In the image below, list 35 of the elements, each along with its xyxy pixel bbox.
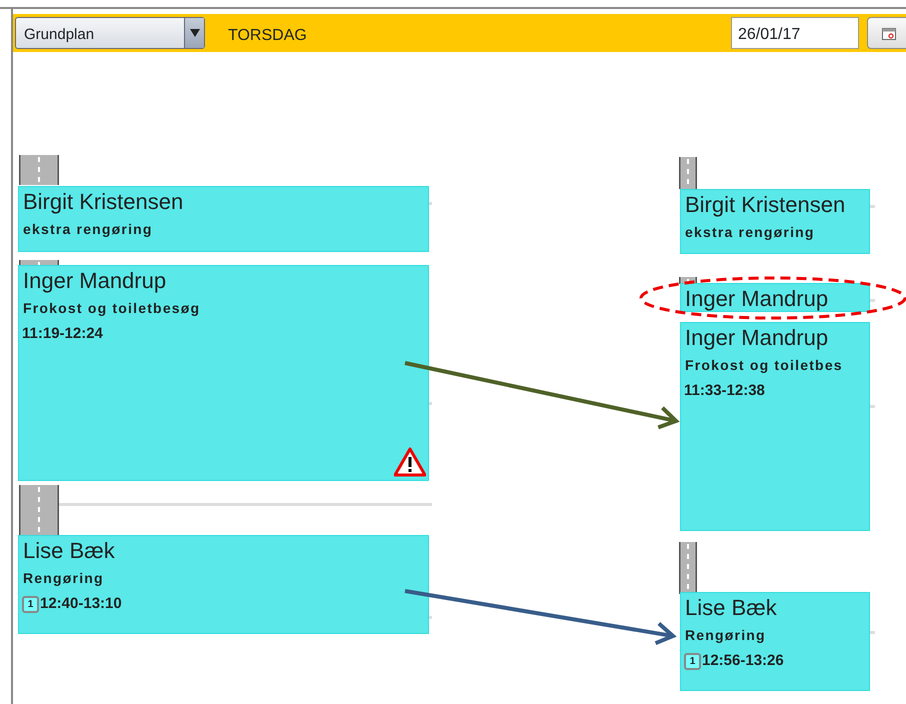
- count-badge: 1: [684, 652, 701, 670]
- visit-time: 11:33-12:38: [684, 381, 765, 401]
- client-name: Lise Bæk: [22, 538, 116, 564]
- road-icon: [19, 155, 59, 185]
- visit-card[interactable]: Birgit Kristensen ekstra rengøring: [18, 186, 429, 252]
- visit-time: 12:56-13:26: [702, 651, 784, 671]
- visit-card[interactable]: Lise Bæk Rengøring 1 12:56-13:26: [680, 592, 870, 691]
- visit-card[interactable]: Birgit Kristensen ekstra rengøring: [680, 189, 870, 254]
- visit-activity: Frokost og toiletbes: [684, 356, 844, 375]
- plan-dropdown[interactable]: Grundplan: [15, 17, 205, 49]
- client-name: Birgit Kristensen: [22, 189, 184, 215]
- caret-icon: [190, 28, 200, 38]
- road-icon: [19, 485, 59, 537]
- visit-activity: ekstra rengøring: [22, 220, 154, 239]
- visit-card[interactable]: Inger Mandrup: [680, 283, 870, 312]
- visit-time: 11:19-12:24: [22, 324, 103, 344]
- visit-activity: ekstra rengøring: [684, 223, 816, 242]
- road-icon: [679, 542, 697, 594]
- visit-time: 12:40-13:10: [40, 594, 122, 614]
- visit-card[interactable]: Inger Mandrup Frokost og toiletbesøg 11:19-12:24: [18, 265, 429, 481]
- calendar-icon: [882, 28, 896, 40]
- client-name: Birgit Kristensen: [684, 192, 846, 218]
- date-field[interactable]: 26/01/17: [731, 17, 859, 49]
- day-label: TORSDAG: [228, 26, 307, 46]
- road-icon: [679, 157, 697, 189]
- client-name: Inger Mandrup: [684, 286, 830, 311]
- client-name: Inger Mandrup: [684, 325, 830, 351]
- visit-activity: Rengøring: [22, 569, 105, 588]
- client-name: Inger Mandrup: [22, 268, 168, 294]
- visit-card[interactable]: Lise Bæk Rengøring 1 12:40-13:10: [18, 535, 429, 634]
- visit-card[interactable]: Inger Mandrup Frokost og toiletbes 11:33-12:38: [680, 322, 870, 531]
- client-name: Lise Bæk: [684, 595, 778, 621]
- visit-activity: Rengøring: [684, 626, 767, 645]
- count-badge: 1: [22, 596, 39, 613]
- visit-activity: Frokost og toiletbesøg: [22, 299, 202, 318]
